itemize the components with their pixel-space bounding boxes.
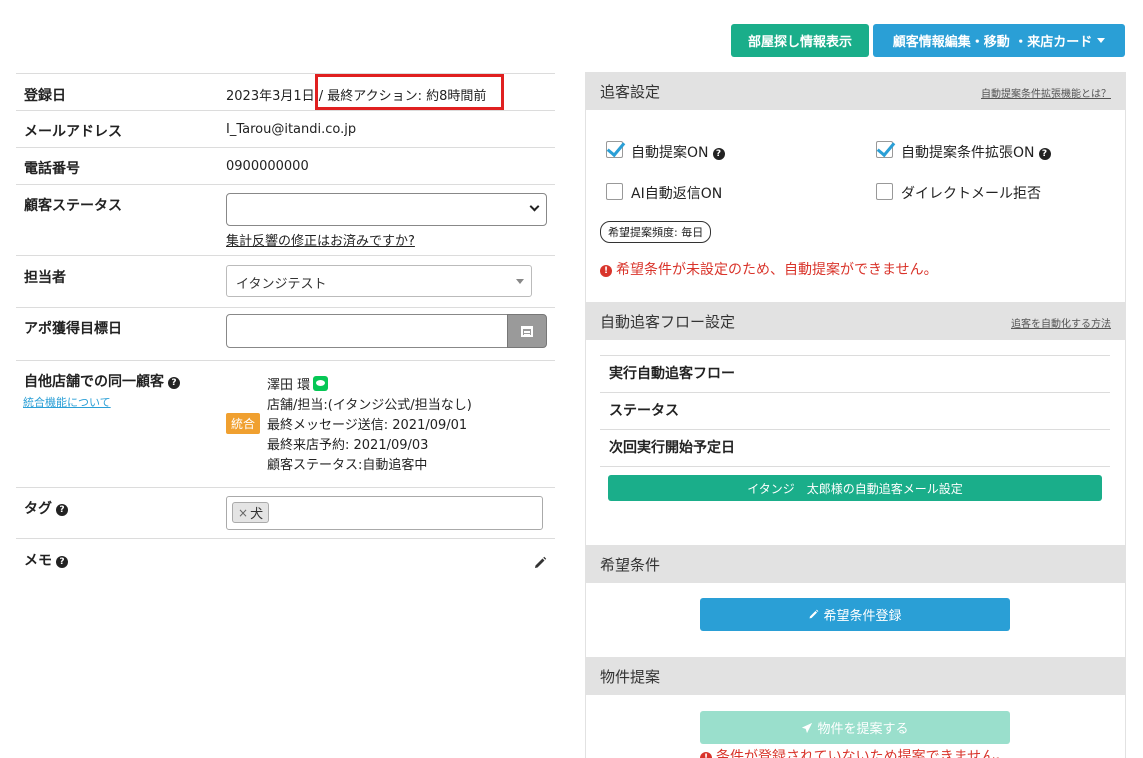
customer-edit-label: 顧客情報編集・移動 ・来店カード — [892, 35, 1093, 50]
tag-input[interactable]: × 犬 — [226, 496, 543, 530]
auto-suggest-checkbox[interactable] — [606, 141, 623, 158]
same-customer-label-text: 自他店舗での同一顧客 — [24, 374, 164, 390]
staff-value: イタンジテスト — [236, 277, 327, 292]
propose-property-label: 物件を提案する — [817, 722, 909, 737]
tag-label-text: タグ — [24, 501, 52, 517]
row-phone: 電話番号 0900000000 — [16, 147, 555, 184]
frequency-pill[interactable]: 希望提案頻度: 毎日 — [600, 221, 712, 243]
merge-badge[interactable]: 統合 — [226, 413, 261, 434]
auto-flow-title: 自動追客フロー設定 — [600, 313, 736, 331]
followup-settings-header: 追客設定 自動提案条件拡張機能とは？ — [585, 72, 1126, 110]
memo-label-text: メモ — [24, 553, 52, 569]
status-select[interactable] — [226, 193, 547, 226]
email-value: I_Tarou@itandi.co.jp — [226, 122, 357, 137]
same-customer-store: 店舗/担当:(イタンジ公式/担当なし) — [267, 398, 472, 413]
propose-property-button[interactable]: 物件を提案する — [700, 711, 1010, 744]
calendar-icon — [521, 325, 533, 337]
edit-pencil-icon[interactable] — [533, 556, 547, 570]
tag-chip-label: 犬 — [250, 507, 264, 522]
register-conditions-label: 希望条件登録 — [823, 609, 902, 624]
line-app-icon — [313, 376, 329, 391]
status-fix-link[interactable]: 集計反響の修正はお済みですか? — [226, 230, 415, 249]
row-same-customer: 自他店舗での同一顧客? 統合機能について 統合 澤田 環 店舗/担当:(イタンジ… — [16, 360, 555, 487]
row-email: メールアドレス I_Tarou@itandi.co.jp — [16, 110, 555, 147]
flow-row-executing-label: 実行自動追客フロー — [609, 366, 735, 382]
register-conditions-button[interactable]: 希望条件登録 — [700, 598, 1010, 631]
followup-error: ! 希望条件が未設定のため、自動提案ができません。 — [600, 259, 938, 279]
dm-reject-label: ダイレクトメール拒否 — [901, 186, 1041, 202]
flow-row-executing: 実行自動追客フロー — [600, 355, 1110, 392]
phone-label: 電話番号 — [24, 161, 80, 177]
tag-label: タグ? — [24, 498, 68, 518]
same-customer-last-visit: 最終来店予約: 2021/09/03 — [267, 438, 429, 453]
dm-reject-checkbox[interactable] — [876, 183, 893, 200]
auto-suggest-ext-checkbox[interactable] — [876, 141, 893, 158]
tag-chip: × 犬 — [232, 502, 270, 523]
help-icon[interactable]: ? — [712, 148, 725, 160]
flow-row-next-date-label: 次回実行開始予定日 — [609, 440, 735, 456]
phone-value: 0900000000 — [226, 159, 309, 174]
conditions-header: 希望条件 — [585, 545, 1126, 583]
same-customer-label: 自他店舗での同一顧客? — [24, 371, 180, 391]
ai-reply-label: AI自動返信ON — [631, 186, 723, 202]
registered-label: 登録日 — [24, 88, 66, 104]
followup-settings-title: 追客設定 — [600, 83, 661, 101]
auto-suggest-label-text: 自動提案ON — [631, 145, 709, 161]
pencil-icon — [810, 609, 819, 619]
auto-suggest-ext-label: 自動提案条件拡張ON? — [901, 142, 1051, 162]
customer-details: 登録日 2023年3月1日 / 最終アクション: 約8時間前 メールアドレス I… — [16, 73, 555, 578]
proposal-error-text: 条件が登録されていないため提案できません。 — [716, 749, 1010, 758]
paper-plane-icon — [802, 722, 813, 733]
alert-icon: ! — [700, 752, 712, 758]
auto-flow-help-link[interactable]: 追客を自動化する方法 — [1011, 315, 1111, 330]
auto-suggest-label: 自動提案ON? — [631, 142, 725, 162]
highlight-box — [315, 74, 504, 110]
memo-label: メモ? — [24, 550, 68, 570]
row-memo: メモ? — [16, 538, 555, 578]
room-search-label: 部屋探し情報表示 — [747, 35, 852, 50]
email-label: メールアドレス — [24, 124, 122, 140]
customer-edit-dropdown-button[interactable]: 顧客情報編集・移動 ・来店カード — [873, 24, 1125, 57]
chevron-down-icon — [529, 201, 540, 212]
help-icon[interactable]: ? — [168, 377, 180, 389]
row-tags: タグ? × 犬 — [16, 487, 555, 538]
merge-info-link[interactable]: 統合機能について — [23, 394, 111, 410]
auto-mail-setting-label: イタンジ 太郎様の自動追客メール設定 — [747, 481, 963, 496]
help-icon[interactable]: ? — [56, 504, 68, 516]
staff-label: 担当者 — [24, 270, 66, 286]
alert-icon: ! — [600, 265, 612, 277]
row-staff: 担当者 イタンジテスト — [16, 255, 555, 307]
auto-mail-setting-button[interactable]: イタンジ 太郎様の自動追客メール設定 — [608, 475, 1102, 501]
row-status: 顧客ステータス 集計反響の修正はお済みですか? — [16, 184, 555, 255]
proposal-header: 物件提案 — [585, 657, 1126, 695]
proposal-error: ! 条件が登録されていないため提案できません。 — [700, 746, 1009, 758]
same-customer-info: 澤田 環 店舗/担当:(イタンジ公式/担当なし) 最終メッセージ送信: 2021… — [267, 376, 472, 476]
flow-row-next-date: 次回実行開始予定日 — [600, 429, 1110, 466]
row-appointment: アポ獲得目標日 — [16, 307, 555, 360]
appointment-date-input[interactable] — [226, 314, 508, 348]
proposal-title: 物件提案 — [600, 668, 661, 686]
caret-down-icon — [516, 279, 524, 284]
auto-suggest-ext-label-text: 自動提案条件拡張ON — [901, 145, 1035, 161]
same-customer-last-message: 最終メッセージ送信: 2021/09/01 — [267, 418, 468, 433]
divider — [600, 466, 1110, 467]
same-customer-name: 澤田 環 — [267, 378, 311, 393]
flow-row-status: ステータス — [600, 392, 1110, 429]
room-search-button[interactable]: 部屋探し情報表示 — [731, 24, 869, 57]
help-icon[interactable]: ? — [56, 556, 68, 568]
flow-row-status-label: ステータス — [609, 403, 679, 419]
status-label: 顧客ステータス — [24, 198, 122, 214]
same-customer-status: 顧客ステータス:自動追客中 — [267, 458, 428, 473]
followup-error-text: 希望条件が未設定のため、自動提案ができません。 — [616, 262, 938, 278]
conditions-title: 希望条件 — [600, 556, 661, 574]
appointment-label: アポ獲得目標日 — [24, 321, 122, 337]
calendar-button[interactable] — [507, 314, 547, 348]
caret-down-icon — [1097, 38, 1106, 43]
followup-help-link[interactable]: 自動提案条件拡張機能とは？ — [981, 85, 1111, 100]
ai-reply-checkbox[interactable] — [606, 183, 623, 200]
staff-select[interactable]: イタンジテスト — [226, 265, 532, 297]
help-icon[interactable]: ? — [1038, 148, 1051, 160]
remove-tag-icon[interactable]: × — [238, 506, 248, 520]
auto-flow-header: 自動追客フロー設定 追客を自動化する方法 — [585, 302, 1126, 340]
